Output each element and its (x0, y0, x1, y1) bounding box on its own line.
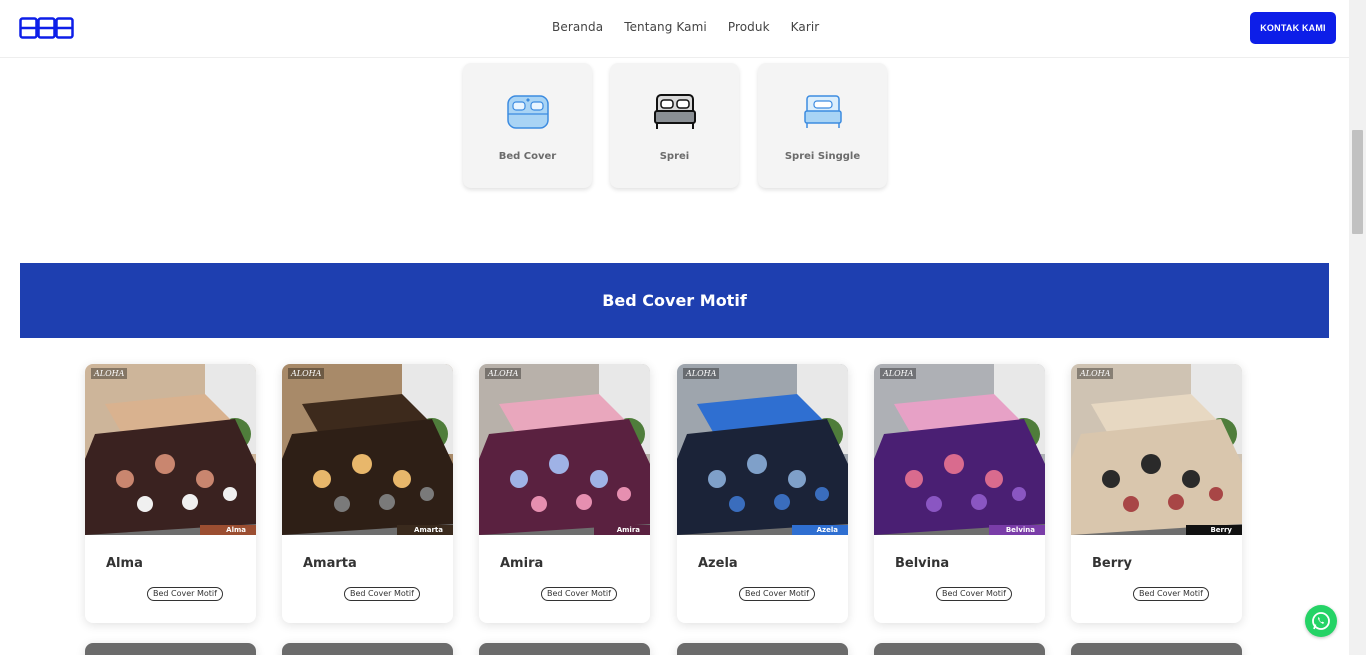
section-title: Bed Cover Motif (602, 291, 747, 310)
product-card-azela[interactable]: ALOHA Azela Azela Bed Cover Motif (677, 364, 848, 623)
product-tag: Belvina (989, 525, 1045, 535)
product-name[interactable]: Alma (106, 556, 143, 571)
product-image[interactable]: ALOHA Amira (479, 364, 650, 535)
brand-logo: ALOHA (683, 368, 720, 379)
category-sprei-singgle[interactable]: Sprei Singgle (758, 63, 887, 188)
product-tag: Amira (594, 525, 650, 535)
nav-produk[interactable]: Produk (728, 20, 770, 34)
product-card[interactable] (85, 643, 256, 655)
product-card[interactable] (677, 643, 848, 655)
product-category-badge[interactable]: Bed Cover Motif (936, 587, 1012, 601)
product-tag: Azela (792, 525, 848, 535)
product-image[interactable]: ALOHA Alma (85, 364, 256, 535)
product-card[interactable] (1071, 643, 1242, 655)
category-sprei[interactable]: Sprei (610, 63, 739, 188)
product-category-badge[interactable]: Bed Cover Motif (739, 587, 815, 601)
bed-cover-icon (506, 91, 550, 133)
product-name[interactable]: Belvina (895, 556, 949, 571)
product-name[interactable]: Azela (698, 556, 738, 571)
product-name[interactable]: Berry (1092, 556, 1132, 571)
product-image[interactable]: ALOHA Azela (677, 364, 848, 535)
product-tag: Amarta (397, 525, 453, 535)
brand-logo: ALOHA (1077, 368, 1114, 379)
site-header: Beranda Tentang Kami Produk Karir KONTAK… (0, 0, 1349, 58)
product-card[interactable] (479, 643, 650, 655)
product-card[interactable] (282, 643, 453, 655)
product-tag: Alma (200, 525, 256, 535)
category-label: Sprei Singgle (784, 151, 861, 162)
brand-logo: ALOHA (485, 368, 522, 379)
product-card-belvina[interactable]: ALOHA Belvina Belvina Bed Cover Motif (874, 364, 1045, 623)
whatsapp-icon[interactable] (1305, 605, 1337, 637)
main-nav: Beranda Tentang Kami Produk Karir (552, 20, 819, 34)
product-category-badge[interactable]: Bed Cover Motif (541, 587, 617, 601)
single-bed-icon (803, 91, 843, 133)
product-category-badge[interactable]: Bed Cover Motif (147, 587, 223, 601)
logo-icon[interactable] (19, 17, 74, 39)
page-scrollbar[interactable] (1349, 0, 1366, 655)
product-image[interactable]: ALOHA Amarta (282, 364, 453, 535)
product-card-alma[interactable]: ALOHA Alma Alma Bed Cover Motif (85, 364, 256, 623)
section-banner: Bed Cover Motif (20, 263, 1329, 338)
contact-button[interactable]: KONTAK KAMI (1250, 12, 1336, 44)
product-card[interactable] (874, 643, 1045, 655)
product-image[interactable]: ALOHA Berry (1071, 364, 1242, 535)
nav-tentang-kami[interactable]: Tentang Kami (624, 20, 707, 34)
product-category-badge[interactable]: Bed Cover Motif (344, 587, 420, 601)
product-card-berry[interactable]: ALOHA Berry Berry Bed Cover Motif (1071, 364, 1242, 623)
brand-logo: ALOHA (91, 368, 128, 379)
product-name[interactable]: Amarta (303, 556, 357, 571)
product-image[interactable]: ALOHA Belvina (874, 364, 1045, 535)
bed-sheet-icon (653, 91, 697, 133)
nav-beranda[interactable]: Beranda (552, 20, 603, 34)
product-category-badge[interactable]: Bed Cover Motif (1133, 587, 1209, 601)
category-label: Bed Cover (498, 151, 557, 162)
product-card-amira[interactable]: ALOHA Amira Amira Bed Cover Motif (479, 364, 650, 623)
nav-karir[interactable]: Karir (791, 20, 820, 34)
brand-logo: ALOHA (880, 368, 917, 379)
product-name[interactable]: Amira (500, 556, 543, 571)
product-tag: Berry (1186, 525, 1242, 535)
category-label: Sprei (659, 151, 690, 162)
scrollbar-thumb[interactable] (1352, 130, 1363, 234)
brand-logo: ALOHA (288, 368, 325, 379)
category-bed-cover[interactable]: Bed Cover (463, 63, 592, 188)
product-card-amarta[interactable]: ALOHA Amarta Amarta Bed Cover Motif (282, 364, 453, 623)
